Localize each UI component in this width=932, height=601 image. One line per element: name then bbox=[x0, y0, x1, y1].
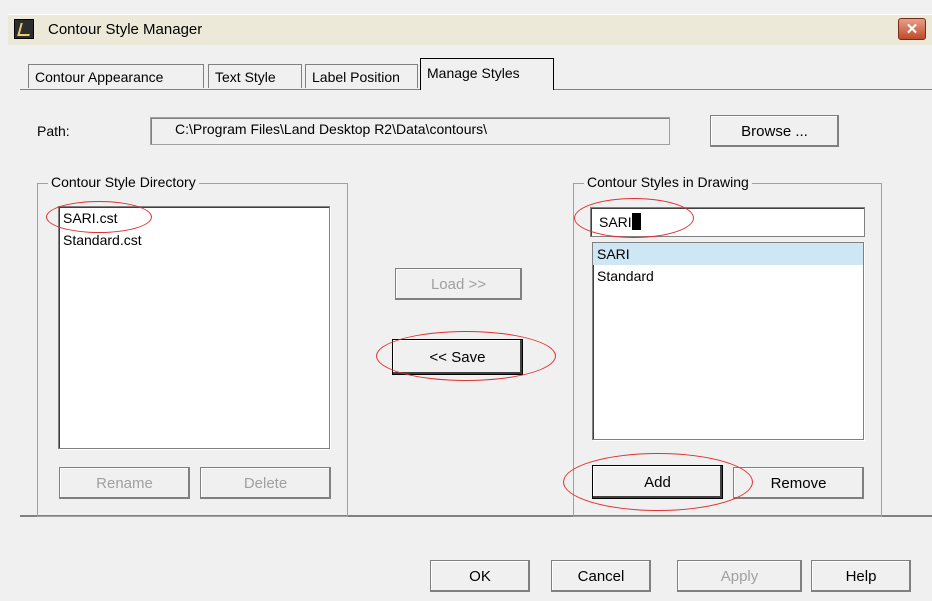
add-button[interactable]: Add bbox=[592, 465, 723, 499]
app-icon bbox=[14, 19, 34, 39]
dialog-window: Contour Style Manager ✕ Contour Appearan… bbox=[0, 0, 932, 601]
tab-text-style[interactable]: Text Style bbox=[208, 64, 302, 88]
title-bar[interactable]: Contour Style Manager ✕ bbox=[8, 14, 932, 45]
directory-group-title: Contour Style Directory bbox=[48, 174, 199, 190]
tab-contour-appearance[interactable]: Contour Appearance bbox=[28, 64, 204, 88]
apply-button[interactable]: Apply bbox=[677, 560, 802, 592]
text-caret bbox=[631, 213, 641, 230]
tab-label-position[interactable]: Label Position bbox=[305, 64, 418, 88]
cancel-button[interactable]: Cancel bbox=[551, 560, 651, 592]
window-title: Contour Style Manager bbox=[48, 21, 203, 38]
list-item[interactable]: SARI.cst bbox=[59, 207, 329, 229]
rename-button[interactable]: Rename bbox=[59, 467, 190, 499]
tab-manage-styles[interactable]: Manage Styles bbox=[420, 58, 554, 90]
list-item[interactable]: Standard bbox=[593, 265, 863, 287]
path-label: Path: bbox=[37, 123, 70, 139]
list-item[interactable]: Standard.cst bbox=[59, 229, 329, 251]
save-button[interactable]: << Save bbox=[392, 339, 523, 375]
list-item[interactable]: SARI bbox=[593, 243, 863, 265]
remove-button[interactable]: Remove bbox=[733, 467, 864, 499]
ok-button[interactable]: OK bbox=[430, 560, 530, 592]
path-field: C:\Program Files\Land Desktop R2\Data\co… bbox=[150, 117, 670, 145]
browse-button[interactable]: Browse ... bbox=[710, 115, 839, 147]
help-button[interactable]: Help bbox=[811, 560, 911, 592]
delete-button[interactable]: Delete bbox=[200, 467, 331, 499]
style-name-input[interactable]: SARI bbox=[590, 207, 865, 237]
close-button[interactable]: ✕ bbox=[898, 18, 926, 40]
directory-list[interactable]: SARI.cst Standard.cst bbox=[58, 206, 330, 449]
drawing-group-title: Contour Styles in Drawing bbox=[584, 174, 752, 190]
style-name-value: SARI bbox=[599, 214, 632, 230]
load-button[interactable]: Load >> bbox=[395, 268, 522, 300]
drawing-style-list[interactable]: SARI Standard bbox=[592, 242, 864, 440]
